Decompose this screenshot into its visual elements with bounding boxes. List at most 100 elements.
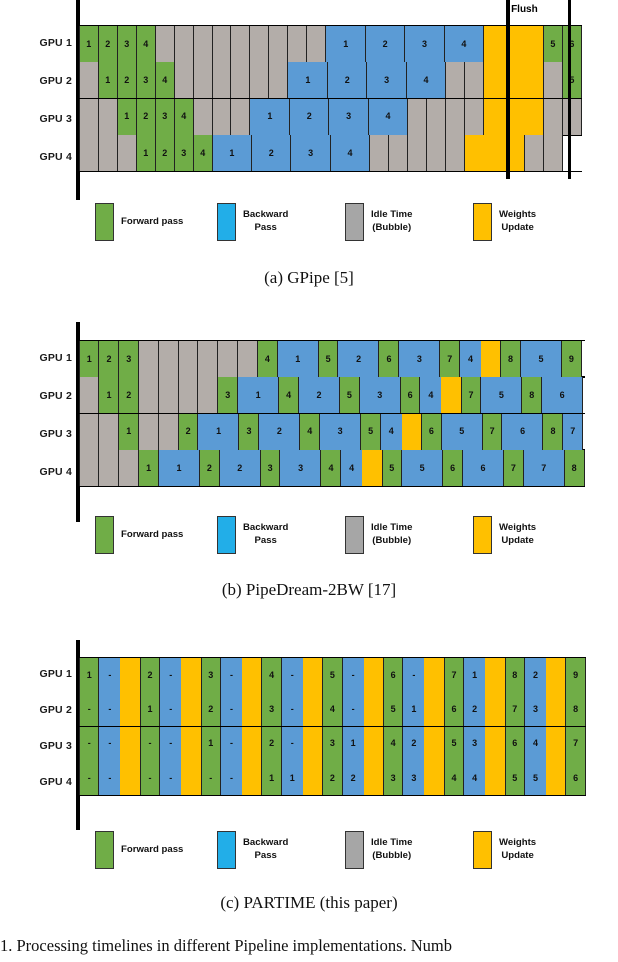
timeline-cell-idle bbox=[268, 62, 289, 99]
weights-update-segment bbox=[545, 658, 566, 692]
timeline-cell-idle bbox=[406, 98, 428, 135]
timeline-cell-forward: 4 bbox=[154, 62, 175, 99]
timeline-cell-idle bbox=[78, 413, 100, 450]
timeline-cell-forward: 4 bbox=[135, 26, 156, 62]
timeline-cell-forward: 5 bbox=[504, 761, 526, 796]
timeline-cell-forward: 2 bbox=[116, 62, 137, 99]
timeline-cell-backward-update: - bbox=[98, 658, 141, 692]
timeline-cell-backward-update: 4 bbox=[523, 726, 567, 761]
weights-update-segment bbox=[120, 692, 140, 727]
timeline-cell-forward: 3 bbox=[135, 62, 156, 99]
legend-item-backward: Backward Pass bbox=[217, 203, 288, 241]
legend-swatch-weights-icon bbox=[473, 203, 492, 241]
legend-label-forward: Forward pass bbox=[121, 843, 184, 855]
timeline-cell-idle bbox=[98, 413, 120, 450]
timeline-cell-backward: 4 bbox=[443, 26, 485, 62]
timeline-cell-backward: 2 bbox=[337, 341, 380, 377]
timeline-cell-idle bbox=[157, 341, 179, 377]
timeline-cell-backward-update: 2 bbox=[463, 692, 506, 727]
table-row: ------11223344556 bbox=[78, 760, 587, 797]
legend-item-forward: Forward pass bbox=[95, 203, 183, 241]
timeline-cell-backward-update: 2 bbox=[523, 658, 567, 692]
timeline-cell-backward: 3 bbox=[290, 135, 332, 172]
timeline-cell-backward-update: - bbox=[159, 692, 202, 727]
timeline-cell-forward: 5 bbox=[382, 692, 404, 727]
timeline-cell-backward-update: - bbox=[98, 692, 141, 727]
timeline-cell-forward: 3 bbox=[321, 726, 343, 761]
subfigure-caption-c: (c) PARTIME (this paper) bbox=[220, 893, 398, 912]
timeline-cell-forward: 6 bbox=[420, 413, 442, 450]
backward-segment: 2 bbox=[403, 726, 425, 761]
timeline-cell-backward-update: 2 bbox=[402, 726, 445, 761]
timeline-cell-backward: 4 bbox=[367, 98, 409, 135]
timeline-cell-idle bbox=[97, 98, 118, 135]
timeline-cell-forward: 4 bbox=[261, 658, 283, 692]
backward-segment: 2 bbox=[464, 692, 486, 727]
legend-swatch-forward-icon bbox=[95, 203, 114, 241]
backward-segment: - bbox=[160, 726, 182, 761]
backward-segment: 2 bbox=[342, 761, 364, 796]
timeline-cell-backward: 2 bbox=[326, 62, 368, 99]
figure-caption: 1. Processing timelines in different Pip… bbox=[0, 936, 453, 955]
timeline-cell-forward: 6 bbox=[443, 692, 465, 727]
timeline-cell-idle bbox=[157, 377, 179, 414]
timeline-cell-backward-update: 5 bbox=[523, 761, 567, 796]
timeline-cell-backward: 1 bbox=[325, 26, 367, 62]
weights-update-segment bbox=[242, 726, 262, 761]
timeline-cell-forward: 5 bbox=[359, 413, 382, 450]
timeline-cell-forward: 7 bbox=[439, 341, 461, 377]
timeline-cell-backward: 6 bbox=[540, 377, 584, 414]
timeline-cell-backward-update: - bbox=[98, 726, 141, 761]
timeline-cell-idle bbox=[425, 98, 447, 135]
timeline-cell-idle bbox=[197, 377, 219, 414]
timeline-cell-backward: 5 bbox=[440, 413, 483, 450]
table-row: 12314253647586 bbox=[78, 376, 585, 415]
backward-segment: - bbox=[99, 726, 121, 761]
timeline-cell-backward-update: - bbox=[159, 761, 202, 796]
timeline-cell-forward: 3 bbox=[200, 658, 222, 692]
timeline-grid-b: 1234152637485912314253647586121324354657… bbox=[78, 340, 585, 488]
backward-segment: - bbox=[160, 761, 182, 796]
legend-item-weights: Weights Update bbox=[473, 203, 536, 241]
timeline-cell-backward: 6 bbox=[501, 413, 544, 450]
flush-label: Flush bbox=[511, 4, 538, 15]
legend-swatch-weights-icon bbox=[473, 831, 492, 869]
backward-segment: 3 bbox=[464, 726, 486, 761]
timeline-cell-idle bbox=[369, 135, 390, 172]
timeline-cell-forward: 5 bbox=[561, 62, 583, 99]
table-row: 1-2-3-4-5-6-71829 bbox=[78, 657, 587, 693]
timeline-cell-forward: - bbox=[139, 726, 161, 761]
timeline-cell-forward: 4 bbox=[256, 341, 278, 377]
timeline-cell-forward: 1 bbox=[98, 377, 120, 414]
timeline-cell-forward: 1 bbox=[78, 341, 100, 377]
legend-label-backward: Backward Pass bbox=[243, 837, 289, 861]
timeline-cell-forward: 4 bbox=[321, 692, 343, 727]
gpu-label-a-1: GPU 1 bbox=[39, 37, 72, 49]
timeline-cell-forward: 7 bbox=[502, 450, 524, 487]
timeline-cell-backward: 5 bbox=[480, 377, 523, 414]
timeline-cell-idle bbox=[138, 341, 160, 377]
gpu-label-b-4: GPU 4 bbox=[39, 466, 72, 478]
timeline-cell-idle bbox=[98, 450, 120, 487]
timeline-cell-forward: - bbox=[200, 761, 222, 796]
timeline-cell-backward: 7 bbox=[562, 413, 584, 450]
weights-update-segment bbox=[120, 761, 140, 796]
timeline-cell-forward: 3 bbox=[217, 377, 239, 414]
timeline-cell-backward-update: - bbox=[341, 658, 384, 692]
timeline-cell-idle bbox=[444, 135, 466, 172]
timeline-cell-forward: 5 bbox=[338, 377, 360, 414]
timeline-cell-forward: 1 bbox=[135, 135, 156, 172]
timeline-cell-forward: 3 bbox=[261, 692, 283, 727]
timeline-cell-forward: 1 bbox=[97, 62, 118, 99]
backward-segment: 4 bbox=[341, 450, 363, 487]
backward-segment: - bbox=[281, 692, 303, 727]
timeline-cell-backward-update: - bbox=[280, 692, 324, 727]
timeline-cell-forward: 7 bbox=[443, 658, 465, 692]
timeline-cell-forward: 2 bbox=[139, 658, 161, 692]
timeline-cell-idle bbox=[78, 62, 99, 99]
weights-update-segment bbox=[302, 658, 323, 692]
backward-segment: - bbox=[99, 658, 121, 692]
table-row: 121324354657687 bbox=[78, 412, 585, 451]
timeline-cell-backward: 1 bbox=[211, 135, 253, 172]
timeline-cell-idle bbox=[230, 98, 251, 135]
